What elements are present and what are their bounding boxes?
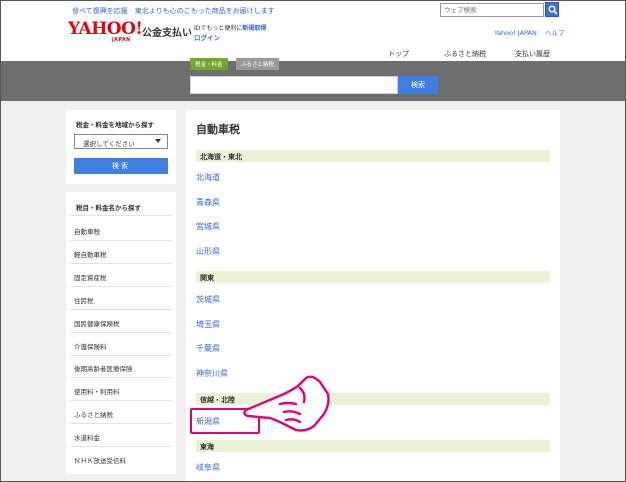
pref-link-yamagata[interactable]: 山形県 <box>196 246 220 257</box>
logo-word: YAHOO! <box>68 19 143 39</box>
region-search-title: 税金・料金を地域から探す <box>76 121 154 129</box>
tax-name-title: 税目・料金名から探す <box>76 204 141 212</box>
login-link[interactable]: ログイン <box>194 32 220 42</box>
pref-link-hokkaido[interactable]: 北海道 <box>196 172 220 183</box>
divider <box>70 286 172 287</box>
region-search-button[interactable]: 検索 <box>74 158 168 174</box>
tax-link-health-insurance[interactable]: 国民健康保険税 <box>74 318 120 328</box>
nav-history[interactable]: 支払い履歴 <box>515 49 550 59</box>
divider <box>70 215 172 216</box>
tax-link-furusato[interactable]: ふるさと納税 <box>74 409 113 419</box>
tax-link-resident[interactable]: 住民税 <box>74 295 94 305</box>
chevron-down-icon <box>155 139 161 143</box>
divider <box>70 240 172 241</box>
search-icon <box>548 5 558 15</box>
main-search-button[interactable]: 検索 <box>398 76 438 94</box>
divider <box>70 355 172 356</box>
login-note: IDでもっと便利に新規取得 <box>194 23 266 32</box>
page-title: 自動車税 <box>196 123 240 136</box>
tax-link-usage-fees[interactable]: 使用料・利用料 <box>74 386 120 396</box>
tab-furusato[interactable]: ふるさと納税 <box>236 58 280 70</box>
region-heading: 東海 <box>196 440 550 452</box>
promo-link[interactable]: 食べて復興を応援 東北よりも心のこもった商品をお届けします <box>72 6 275 16</box>
region-select[interactable]: 選択してください <box>74 134 168 149</box>
logo-sub: JAPAN <box>112 37 131 43</box>
yahoo-logo[interactable]: YAHOO! JAPAN <box>68 20 143 44</box>
nav-furusato[interactable]: ふるさと納税 <box>444 49 486 59</box>
tax-link-automobile[interactable]: 自動車税 <box>74 226 100 236</box>
region-heading: 北海道・東北 <box>196 150 550 162</box>
divider <box>70 400 172 401</box>
pref-link-gifu[interactable]: 岐阜県 <box>196 462 220 473</box>
region-heading: 関東 <box>196 271 550 283</box>
divider <box>70 263 172 264</box>
divider <box>70 309 172 310</box>
login-note-text: IDでもっと便利に <box>194 25 243 32</box>
divider <box>70 332 172 333</box>
web-search-button[interactable] <box>545 2 559 17</box>
yahoo-japan-link[interactable]: Yahoo! JAPAN <box>494 29 537 37</box>
pointing-hand-icon <box>243 375 330 432</box>
tab-tax-fees[interactable]: 税金・料金 <box>190 58 228 70</box>
tax-link-care-insurance[interactable]: 介護保険料 <box>74 341 107 351</box>
divider <box>70 377 172 378</box>
header-links: Yahoo! JAPAN ヘルプ <box>488 27 564 37</box>
pref-link-chiba[interactable]: 千葉県 <box>196 343 220 354</box>
pref-link-saitama[interactable]: 埼玉県 <box>196 319 220 330</box>
pref-link-miyagi[interactable]: 宮城県 <box>196 221 220 232</box>
divider <box>70 446 172 447</box>
tax-link-light-automobile[interactable]: 軽自動車税 <box>74 249 107 259</box>
tax-link-water[interactable]: 水道料金 <box>74 432 100 442</box>
divider <box>70 423 172 424</box>
tax-link-property[interactable]: 固定資産税 <box>74 272 107 282</box>
web-search-input[interactable] <box>440 3 544 17</box>
signup-link[interactable]: 新規取得 <box>242 25 266 32</box>
tax-link-nhk[interactable]: ＮＨＫ放送受信料 <box>74 455 126 465</box>
nav-top[interactable]: トップ <box>388 49 409 59</box>
pref-link-aomori[interactable]: 青森県 <box>196 197 220 208</box>
service-name[interactable]: 公金支払い <box>142 24 192 39</box>
tax-link-elderly-medical[interactable]: 後期高齢者医療保険 <box>74 363 133 373</box>
main-search-input[interactable] <box>190 76 398 94</box>
pref-link-kanagawa[interactable]: 神奈川県 <box>196 368 228 379</box>
help-link[interactable]: ヘルプ <box>545 29 565 37</box>
pref-link-ibaraki[interactable]: 茨城県 <box>196 294 220 305</box>
